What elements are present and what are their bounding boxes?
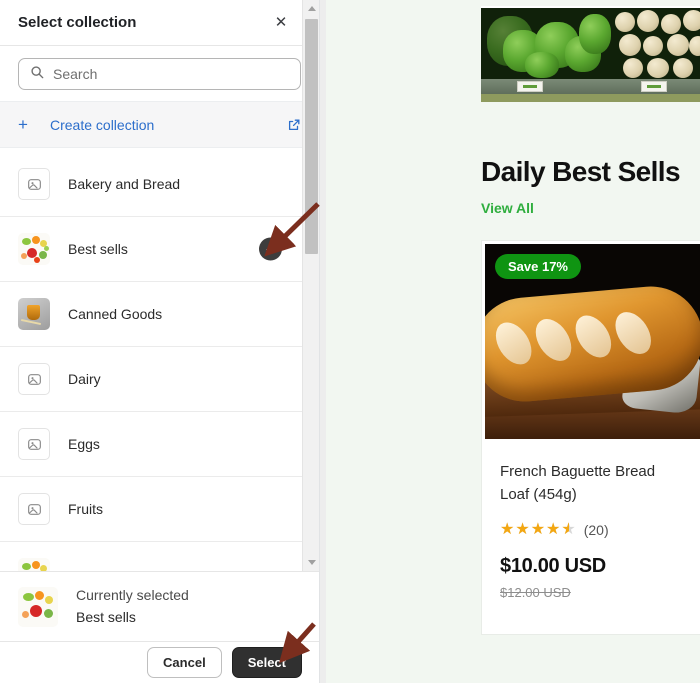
external-link-icon[interactable] (287, 118, 301, 132)
image-placeholder-icon (18, 168, 50, 200)
review-count: (20) (583, 522, 609, 538)
image-placeholder-icon (18, 428, 50, 460)
product-price: $10.00 USD (500, 555, 606, 577)
preview-gutter (320, 0, 326, 683)
image-placeholder-icon (18, 363, 50, 395)
collection-thumbnail (18, 298, 50, 330)
view-all-link[interactable]: View All (481, 200, 534, 216)
search-section (0, 46, 319, 101)
collection-list[interactable]: Bakery and Bread Best sells Canned Goods Da… (0, 152, 302, 571)
image-placeholder-icon (18, 493, 50, 525)
collection-label: Best sells (68, 241, 128, 257)
collection-label: Canned Goods (68, 306, 163, 322)
screen-root: Daily Best Sells View All Save 17% Frenc… (0, 0, 700, 683)
product-image: Save 17% (485, 244, 700, 439)
collection-row[interactable]: Dairy (0, 347, 302, 412)
product-title: French Baguette Bread Loaf (454g) (500, 463, 656, 503)
modal-title: Select collection (18, 14, 137, 31)
star-rating-icon: ★★★★★ ★★★★★ (500, 522, 577, 538)
create-collection-row[interactable]: + Create collection (0, 101, 319, 148)
collection-row[interactable]: Canned Goods (0, 282, 302, 347)
select-collection-modal: Select collection ✕ + Create collection (0, 0, 320, 683)
cancel-button[interactable]: Cancel (147, 647, 222, 678)
collection-thumbnail (18, 233, 50, 265)
collection-thumbnail (18, 558, 50, 571)
list-scrollbar[interactable] (302, 0, 319, 571)
hero-produce-image (481, 6, 700, 102)
collection-row[interactable]: Bakery and Bread (0, 152, 302, 217)
selected-check-icon (259, 237, 282, 261)
product-card[interactable]: Save 17% French Baguette Bread Loaf (454… (481, 240, 700, 635)
select-button[interactable]: Select (231, 647, 302, 678)
scroll-down-button[interactable] (303, 554, 319, 571)
collection-label: Eggs (68, 436, 100, 452)
product-compare-price: $12.00 USD (500, 585, 571, 600)
section-title: Daily Best Sells (481, 156, 681, 187)
product-rating: ★★★★★ ★★★★★ (20) (500, 522, 687, 539)
collection-label: Fruits (68, 501, 103, 517)
search-box[interactable] (18, 58, 301, 90)
scrollbar-thumb[interactable] (305, 19, 318, 254)
collection-row[interactable]: Best sells (0, 217, 302, 282)
search-input[interactable] (53, 66, 289, 82)
create-collection-label: Create collection (50, 116, 155, 133)
modal-header: Select collection ✕ (0, 0, 319, 46)
scroll-up-button[interactable] (303, 0, 319, 17)
plus-icon: + (18, 114, 28, 134)
star-rating-fill: ★★★★★ (500, 522, 570, 538)
discount-badge: Save 17% (495, 254, 581, 279)
collection-row[interactable] (0, 542, 302, 571)
collection-row[interactable]: Fruits (0, 477, 302, 542)
storefront-preview: Daily Best Sells View All Save 17% Frenc… (320, 0, 700, 683)
collection-label: Bakery and Bread (68, 176, 181, 192)
selected-caption: Currently selected (76, 586, 189, 603)
selected-thumbnail (18, 586, 58, 627)
currently-selected-bar: Currently selected Best sells (0, 571, 319, 641)
modal-footer: Cancel Select (0, 641, 319, 683)
collection-label: Dairy (68, 371, 101, 387)
search-icon (30, 65, 44, 84)
selected-name: Best sells (76, 608, 136, 625)
collection-row[interactable]: Eggs (0, 412, 302, 477)
close-icon[interactable]: ✕ (271, 13, 291, 33)
